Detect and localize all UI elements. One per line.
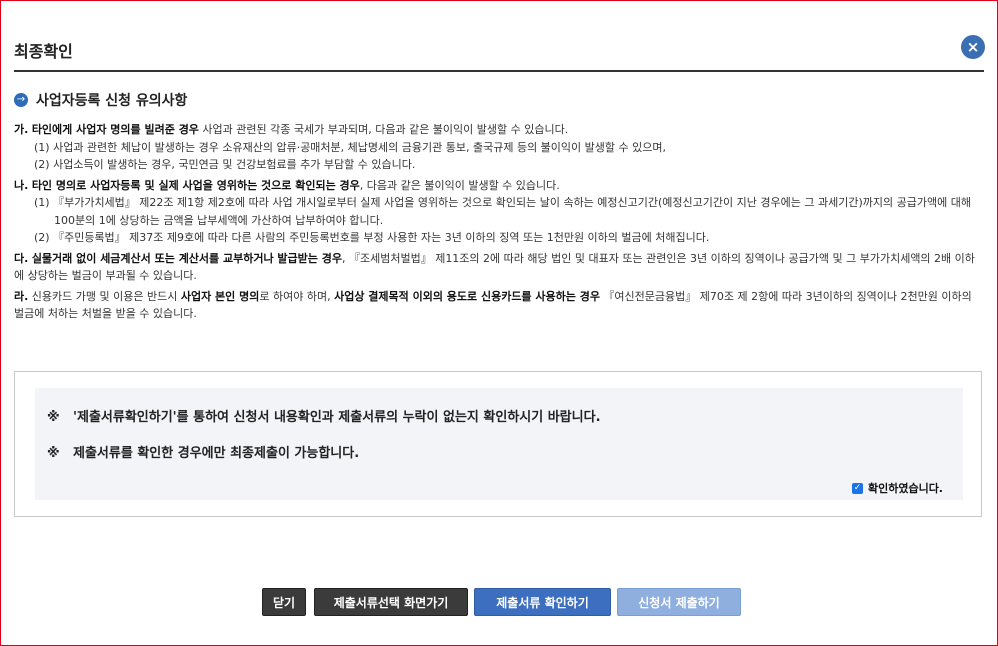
notice-sub: (1) 『부가가치세법』 제22조 제1항 제2호에 따라 사업 개시일로부터 … <box>34 196 971 227</box>
arrow-right-icon: → <box>14 93 28 107</box>
notice-text: 신용카드 가맹 및 이용은 반드시 <box>28 289 181 303</box>
reference-mark: ※ <box>47 410 60 425</box>
notice-marker: 가. <box>14 123 29 136</box>
notice-item-na: 나. 타인 명의로 사업자등록 및 실제 사업을 영위하는 것으로 확인되는 경… <box>14 177 984 247</box>
confirm-checkbox-label[interactable]: 확인하였습니다. <box>868 480 943 496</box>
notice-item-ga: 가. 타인에게 사업자 명의를 빌려준 경우 사업과 관련된 각종 국세가 부과… <box>14 121 984 174</box>
notice-sub: (2) 『주민등록법』 제37조 제9호에 따라 다른 사람의 주민등록번호를 … <box>34 231 710 244</box>
confirm-checkbox-row[interactable]: ✓ 확인하였습니다. <box>851 480 943 496</box>
close-icon[interactable]: × <box>961 35 985 59</box>
section-title: 사업자등록 신청 유의사항 <box>36 93 188 109</box>
confirm-checkbox[interactable]: ✓ <box>851 482 863 494</box>
section-heading: → 사업자등록 신청 유의사항 <box>14 90 187 110</box>
notice-bold: 타인 명의로 사업자등록 및 실제 사업을 영위하는 것으로 확인되는 경우 <box>31 178 360 192</box>
reference-mark: ※ <box>47 446 60 461</box>
confirm-panel: ※ '제출서류확인하기'를 통하여 신청서 내용확인과 제출서류의 누락이 없는지… <box>35 388 963 500</box>
button-bar: 닫기 제출서류선택 화면가기 제출서류 확인하기 신청서 제출하기 <box>0 588 998 618</box>
check-documents-button[interactable]: 제출서류 확인하기 <box>474 588 611 616</box>
notice-sub: (1) 사업과 관련한 체납이 발생하는 경우 소유재산의 압류·공매처분, 체… <box>34 140 666 154</box>
notice-bold: 사업자 본인 명의 <box>180 289 260 303</box>
notice-marker: 다. <box>14 251 29 265</box>
notice-sub: (2) 사업소득이 발생하는 경우, 국민연금 및 건강보험료를 추가 부담할 … <box>34 158 416 171</box>
notice-item-da: 다. 실물거래 없이 세금계산서 또는 계산서를 교부하거나 발급받는 경우, … <box>14 250 984 285</box>
notice-text: 로 하여야 하며, <box>259 289 335 303</box>
notice-bold: 실물거래 없이 세금계산서 또는 계산서를 교부하거나 발급받는 경우 <box>31 251 342 265</box>
dialog-title: 최종확인 <box>14 42 73 61</box>
close-button[interactable]: 닫기 <box>262 588 306 616</box>
notice-bold: 타인에게 사업자 명의를 빌려준 경우 <box>31 123 199 136</box>
confirm-text: '제출서류확인하기'를 통하여 신청서 내용확인과 제출서류의 누락이 없는지 … <box>73 410 601 425</box>
notice-bold: 사업상 결제목적 이외의 용도로 신용카드를 사용하는 경우 <box>334 289 600 303</box>
confirm-text: 제출서류를 확인한 경우에만 최종제출이 가능합니다. <box>73 446 360 461</box>
notice-text: 사업과 관련된 각종 국세가 부과되며, 다음과 같은 불이익이 발생할 수 있… <box>198 123 569 136</box>
confirm-box: ※ '제출서류확인하기'를 통하여 신청서 내용확인과 제출서류의 누락이 없는지… <box>14 371 982 517</box>
confirm-line-1: ※ '제출서류확인하기'를 통하여 신청서 내용확인과 제출서류의 누락이 없는지… <box>47 406 601 425</box>
notice-item-ra: 라. 신용카드 가맹 및 이용은 반드시 사업자 본인 명의로 하여야 하며, … <box>14 288 984 323</box>
notice-marker: 라. <box>14 289 29 303</box>
notice-marker: 나. <box>14 178 29 192</box>
confirm-line-2: ※ 제출서류를 확인한 경우에만 최종제출이 가능합니다. <box>47 442 359 461</box>
go-select-screen-button[interactable]: 제출서류선택 화면가기 <box>314 588 468 616</box>
notice-text: , 다음과 같은 불이익이 발생할 수 있습니다. <box>359 178 560 192</box>
notice-list: 가. 타인에게 사업자 명의를 빌려준 경우 사업과 관련된 각종 국세가 부과… <box>14 121 984 326</box>
dialog-header: 최종확인 × <box>14 30 985 72</box>
submit-application-button[interactable]: 신청서 제출하기 <box>617 588 741 616</box>
